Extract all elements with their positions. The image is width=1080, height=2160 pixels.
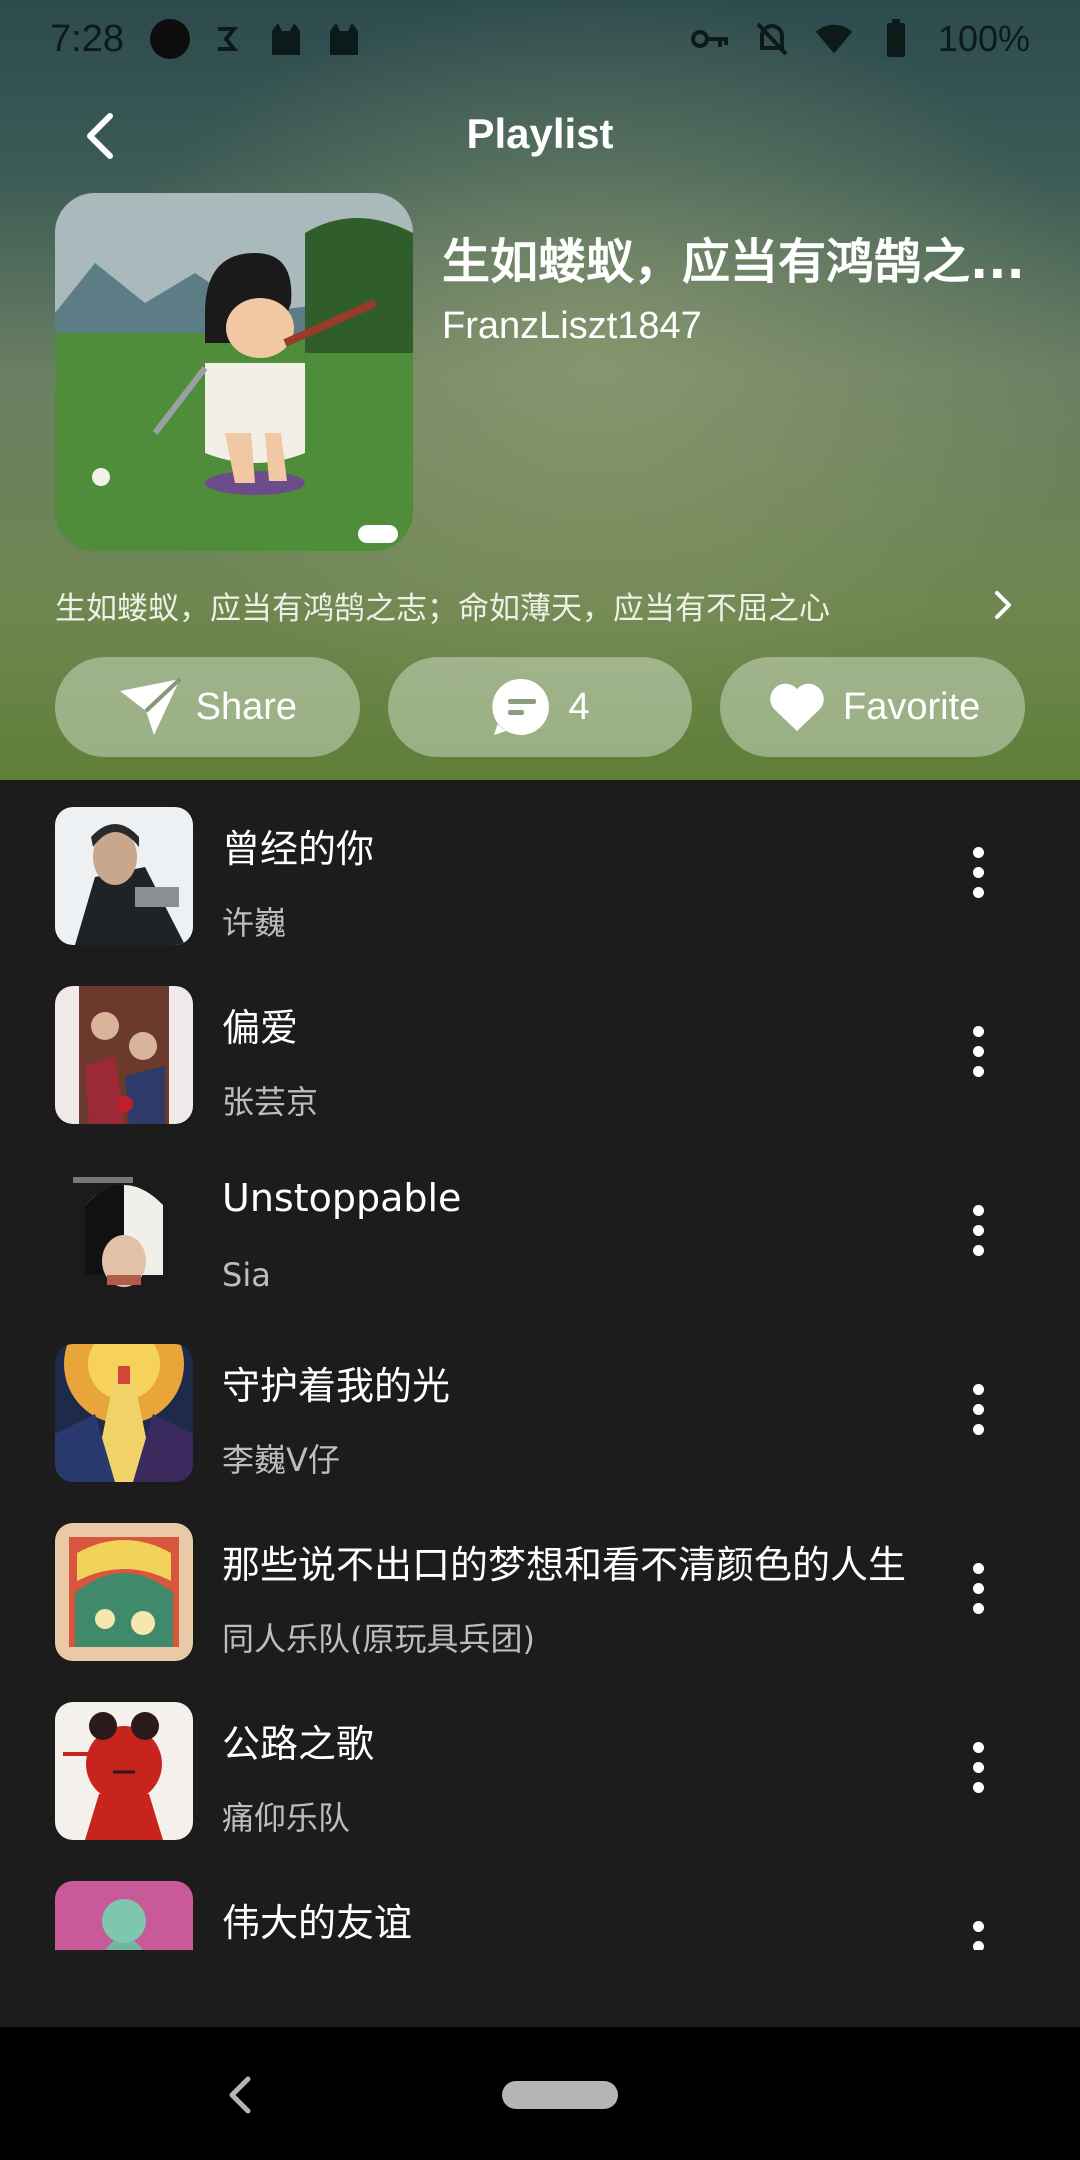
song-artist: 同人乐队(原玩具兵团)	[222, 1620, 535, 1658]
playlist-screen: 7:28 100% Playlist 生如蝼蚁，应当有鸿鹄之... FranzL…	[0, 0, 1080, 2160]
top-app-bar: Playlist	[0, 96, 1080, 176]
sync-icon	[208, 19, 248, 59]
system-status-icons: 100%	[690, 18, 1030, 60]
system-navigation-bar	[0, 2027, 1080, 2160]
album-art	[55, 1344, 193, 1482]
album-art	[55, 807, 193, 945]
status-bar: 7:28 100%	[0, 0, 1080, 78]
list-item[interactable]: 公路之歌 痛仰乐队	[0, 1675, 1080, 1854]
notification-icons	[149, 19, 364, 59]
list-item[interactable]: 守护着我的光 李巍V仔	[0, 1317, 1080, 1496]
album-art	[55, 1881, 193, 1950]
list-item[interactable]: Unstoppable Sia	[0, 1138, 1080, 1317]
album-art	[55, 1702, 193, 1840]
home-pill-button[interactable]	[502, 2081, 618, 2109]
song-artist: 痛仰乐队	[222, 1799, 351, 1837]
playlist-actions: Share 4 Favorite	[55, 657, 1026, 757]
song-title: 伟大的友谊	[222, 1901, 413, 1945]
more-options-button[interactable]	[954, 1003, 1002, 1099]
share-button[interactable]: Share	[55, 657, 360, 757]
song-list: 曾经的你 许巍 偏爱 张芸京 Unstoppable Sia 守护着我的光 李巍…	[0, 780, 1080, 1950]
song-title: 公路之歌	[222, 1722, 375, 1766]
list-item[interactable]: 曾经的你 许巍	[0, 780, 1080, 959]
dot-icon	[149, 19, 190, 59]
favorite-button[interactable]: Favorite	[720, 657, 1026, 757]
share-label: Share	[195, 685, 298, 728]
more-options-button[interactable]	[954, 824, 1002, 920]
song-artist: Sia	[222, 1256, 271, 1294]
song-artist: 李巍V仔	[222, 1441, 340, 1479]
comment-icon	[490, 675, 554, 739]
playlist-cover-image[interactable]	[55, 193, 413, 551]
song-title: Unstoppable	[222, 1176, 462, 1220]
list-item[interactable]: 伟大的友谊	[0, 1854, 1080, 1950]
cat-icon	[324, 19, 364, 59]
song-title: 曾经的你	[222, 827, 375, 871]
cat-icon	[266, 19, 306, 59]
nav-back-icon[interactable]	[222, 2075, 258, 2115]
album-art	[55, 1523, 193, 1661]
list-item[interactable]: 偏爱 张芸京	[0, 959, 1080, 1138]
heart-icon	[765, 675, 829, 739]
more-options-button[interactable]	[954, 1898, 1002, 1950]
playlist-title: 生如蝼蚁，应当有鸿鹄之...	[442, 234, 1025, 290]
chevron-right-icon	[981, 583, 1025, 627]
bell-off-icon	[752, 19, 792, 59]
album-art	[55, 986, 193, 1124]
album-art	[55, 1165, 193, 1303]
comments-count: 4	[568, 685, 590, 728]
status-time: 7:28	[50, 17, 124, 60]
key-icon	[690, 19, 730, 59]
more-options-button[interactable]	[954, 1361, 1002, 1457]
playlist-description-row[interactable]: 生如蝼蚁，应当有鸿鹄之志；命如薄天，应当有不屈之心	[55, 580, 1025, 630]
send-icon	[118, 675, 182, 739]
song-title: 偏爱	[222, 1006, 299, 1050]
song-artist: 许巍	[222, 904, 287, 942]
wifi-icon	[814, 19, 854, 59]
song-title: 那些说不出口的梦想和看不清颜色的人生	[222, 1543, 907, 1587]
favorite-label: Favorite	[843, 685, 981, 728]
battery-icon	[876, 19, 916, 59]
page-title: Playlist	[466, 110, 614, 157]
more-options-button[interactable]	[954, 1719, 1002, 1815]
more-options-button[interactable]	[954, 1540, 1002, 1636]
playlist-description: 生如蝼蚁，应当有鸿鹄之志；命如薄天，应当有不屈之心	[55, 590, 830, 627]
song-title: 守护着我的光	[222, 1364, 451, 1408]
battery-percent: 100%	[937, 18, 1030, 59]
playlist-header: 7:28 100% Playlist 生如蝼蚁，应当有鸿鹄之... FranzL…	[0, 0, 1080, 780]
comments-button[interactable]: 4	[387, 657, 693, 757]
song-artist: 张芸京	[222, 1083, 319, 1121]
list-item[interactable]: 那些说不出口的梦想和看不清颜色的人生 同人乐队(原玩具兵团)	[0, 1496, 1080, 1675]
more-options-button[interactable]	[954, 1182, 1002, 1278]
playlist-author[interactable]: FranzLiszt1847	[442, 305, 702, 348]
